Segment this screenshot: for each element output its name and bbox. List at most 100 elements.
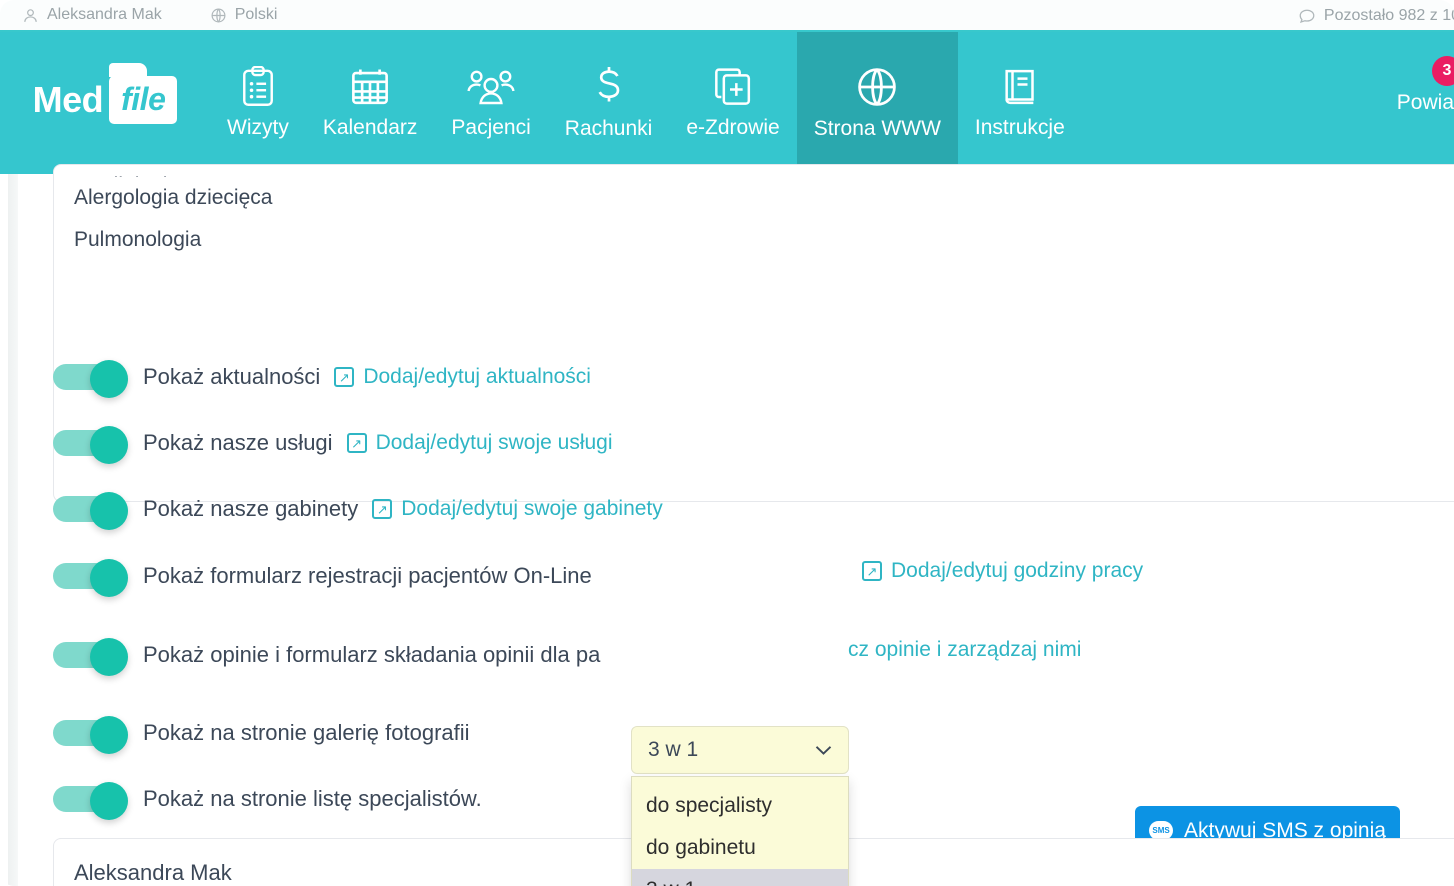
nav-label-wizyty: Wizyty [227,116,289,140]
chevron-down-icon [815,745,832,756]
dropdown-option[interactable]: do gabinetu [632,827,848,869]
specialty-item: Alergologia dziecięca [74,177,1454,219]
dropdown-option[interactable]: do specjalisty [632,785,848,827]
nav-label-rachunki: Rachunki [565,117,653,141]
nav-item-strona-www[interactable]: Strona WWW [797,32,958,174]
toggle-specjalisci[interactable] [53,782,129,816]
setting-row-opinie: Pokaż opinie i formularz składania opini… [53,638,600,672]
toggle-rejestracja[interactable] [53,559,129,593]
setting-label: Pokaż formularz rejestracji pacjentów On… [143,563,592,589]
nav-label-instrukcje: Instrukcje [975,116,1065,140]
toggle-galeria[interactable] [53,716,129,750]
setting-label: Pokaż na stronie galerię fotografii [143,720,470,746]
nav-spacer [1082,32,1380,174]
topbar-left-group: Aleksandra Mak Polski [0,6,277,24]
toggle-knob [90,426,128,464]
link-group-godziny-pracy: ↗ Dodaj/edytuj godziny pracy [862,559,1143,583]
toggle-knob [90,782,128,820]
specialty-item: Pulmonologia [74,219,1454,261]
language-selector[interactable]: Polski [210,6,278,24]
setting-row-specjalisci: Pokaż na stronie listę specjalistów. [53,782,482,816]
toggle-gabinety[interactable] [53,492,129,526]
select-value: 3 w 1 [648,738,698,762]
notification-badge: 3 [1432,56,1454,86]
toggle-knob [90,716,128,754]
nav-item-instrukcje[interactable]: Instrukcje [958,32,1082,174]
main-navbar: Med file Wizyty [0,32,1454,174]
toggle-knob [90,638,128,676]
users-icon [467,66,515,108]
link-label: Dodaj/edytuj swoje gabinety [401,497,663,521]
dropdown-option-selected[interactable]: 3 w 1 [632,869,848,886]
registration-type-dropdown[interactable]: do specjalisty do gabinetu 3 w 1 wg loka… [631,776,849,886]
setting-row-rejestracja: Pokaż formularz rejestracji pacjentów On… [53,559,592,593]
nav-label-ezdrowie: e-Zdrowie [686,116,779,140]
nav-label-strona-www: Strona WWW [814,117,941,141]
clipboard-icon [238,66,278,108]
link-label: Dodaj/edytuj aktualności [363,365,591,389]
link-label: Dodaj/edytuj godziny pracy [891,559,1143,583]
setting-label: Pokaż na stronie listę specjalistów. [143,786,482,812]
setting-label: Pokaż opinie i formularz składania opini… [143,642,600,668]
book-icon [1000,66,1040,108]
specialist-name: Aleksandra Mak [74,860,232,886]
setting-row-uslugi: Pokaż nasze usługi ↗ Dodaj/edytuj swoje … [53,426,613,460]
toggle-knob [90,559,128,597]
toggle-knob [90,360,128,398]
setting-row-galeria: Pokaż na stronie galerię fotografii [53,716,470,750]
page-scrollbar[interactable] [8,174,18,886]
registration-type-select[interactable]: 3 w 1 [631,726,849,774]
link-label: Dodaj/edytuj swoje usługi [376,431,613,455]
nav-items: Wizyty Kalendarz [210,32,1454,174]
external-link-icon: ↗ [347,433,367,453]
brand-word-med: Med [33,79,104,121]
specialty-clipped-row: Kardiologia [74,165,1454,177]
globe-icon [855,65,899,109]
page-content: Kardiologia Alergologia dziecięca Pulmon… [0,174,1454,886]
setting-row-aktualnosci: Pokaż aktualności ↗ Dodaj/edytuj aktualn… [53,360,591,394]
specialty-item: Kardiologia [74,165,1454,177]
nav-item-rachunki[interactable]: Rachunki [548,32,670,174]
setting-label: Pokaż nasze usługi [143,430,333,456]
setting-label: Pokaż nasze gabinety [143,496,358,522]
link-zobacz-opinie[interactable]: cz opinie i zarządzaj nimi [848,638,1081,662]
globe-icon [210,7,227,24]
dollar-icon [592,65,626,109]
setting-row-gabinety: Pokaż nasze gabinety ↗ Dodaj/edytuj swoj… [53,492,663,526]
language-label: Polski [235,6,278,24]
documents-plus-icon [713,66,753,108]
nav-item-ezdrowie[interactable]: e-Zdrowie [669,32,796,174]
external-link-icon: ↗ [334,367,354,387]
toggle-uslugi[interactable] [53,426,129,460]
top-utility-bar: Aleksandra Mak Polski Pozostało 982 z 10 [0,0,1454,32]
nav-label-powiadomienia: Powia [1397,91,1454,115]
link-dodaj-edytuj-uslugi[interactable]: ↗ Dodaj/edytuj swoje usługi [347,431,613,455]
current-user[interactable]: Aleksandra Mak [22,6,162,24]
toggle-knob [90,492,128,530]
nav-label-kalendarz: Kalendarz [323,116,418,140]
nav-item-pacjenci[interactable]: Pacjenci [434,32,547,174]
sms-quota-label: Pozostało 982 z 10 [1324,7,1454,25]
nav-item-wizyty[interactable]: Wizyty [210,32,306,174]
toggle-aktualnosci[interactable] [53,360,129,394]
setting-label: Pokaż aktualności [143,364,320,390]
sms-quota[interactable]: Pozostało 982 z 10 [1298,0,1454,32]
brand-word-file: file [109,76,177,124]
link-dodaj-edytuj-aktualnosci[interactable]: ↗ Dodaj/edytuj aktualności [334,365,591,389]
external-link-icon: ↗ [372,499,392,519]
user-icon [22,7,39,24]
current-user-label: Aleksandra Mak [47,6,162,24]
link-dodaj-edytuj-godziny-pracy[interactable]: ↗ Dodaj/edytuj godziny pracy [862,559,1143,583]
calendar-icon [349,66,391,108]
app-window: Aleksandra Mak Polski Pozostało 982 z 10 [0,0,1454,886]
external-link-icon: ↗ [862,561,882,581]
brand-logo-text: Med file [33,76,178,124]
toggle-opinie[interactable] [53,638,129,672]
link-dodaj-edytuj-gabinety[interactable]: ↗ Dodaj/edytuj swoje gabinety [372,497,663,521]
nav-label-pacjenci: Pacjenci [451,116,530,140]
nav-item-powiadomienia[interactable]: 3 Powia [1380,32,1454,174]
nav-item-kalendarz[interactable]: Kalendarz [306,32,435,174]
link-group-opinie: cz opinie i zarządzaj nimi [848,638,1081,662]
brand-logo[interactable]: Med file [0,32,210,174]
chat-bubble-icon [1298,7,1316,25]
